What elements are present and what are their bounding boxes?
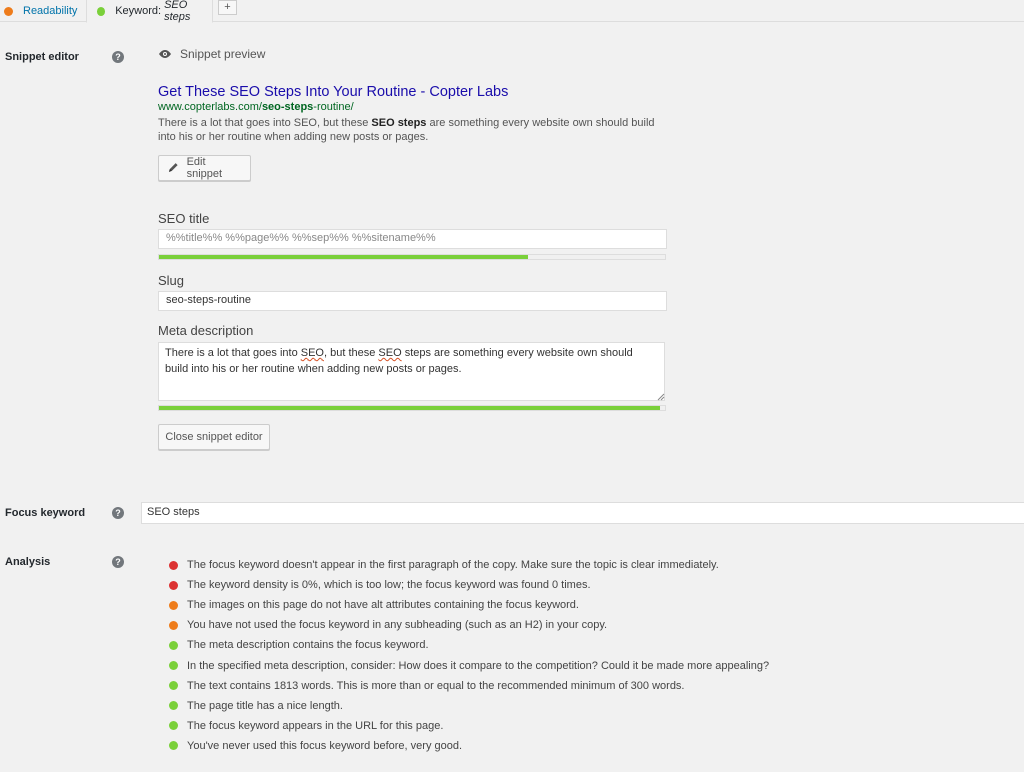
pencil-icon [168, 163, 178, 172]
analysis-item: You have not used the focus keyword in a… [169, 615, 769, 635]
snippet-title[interactable]: Get These SEO Steps Into Your Routine - … [158, 84, 508, 100]
analysis-item: The keyword density is 0%, which is too … [169, 575, 769, 595]
tab-readability-label: Readability [23, 5, 78, 17]
snippet-editor-help-icon[interactable]: ? [112, 51, 124, 63]
meta-description-textarea[interactable]: There is a lot that goes into SEO, but t… [158, 342, 665, 401]
readability-status-dot [4, 6, 13, 16]
snippet-url: www.copterlabs.com/seo-steps-routine/ [158, 101, 354, 113]
focus-keyword-label: Focus keyword [5, 507, 86, 519]
resize-handle-icon[interactable] [657, 393, 665, 401]
seo-title-progress [158, 254, 666, 260]
focus-keyword-help-icon[interactable]: ? [112, 507, 124, 519]
tab-keyword-value: SEO steps [164, 0, 191, 23]
analysis-item-text: The focus keyword doesn't appear in the … [187, 559, 719, 572]
seo-title-input[interactable]: %%title%% %%page%% %%sep%% %%sitename%% [158, 229, 667, 249]
analysis-item: The images on this page do not have alt … [169, 595, 769, 615]
status-dot-icon [169, 661, 178, 671]
focus-keyword-input[interactable]: SEO steps [141, 502, 1024, 524]
tab-readability[interactable]: Readability [4, 0, 84, 22]
snippet-preview-header: Snippet preview [158, 47, 265, 61]
tab-keyword[interactable]: Keyword: SEO steps [86, 0, 213, 23]
status-dot-icon [169, 741, 178, 751]
analysis-item: You've never used this focus keyword bef… [169, 736, 769, 756]
snippet-editor-label: Snippet editor [5, 51, 79, 63]
tab-bar: Readability Keyword: SEO steps + [0, 0, 1024, 23]
analysis-item-text: You've never used this focus keyword bef… [187, 739, 463, 752]
analysis-item: The focus keyword doesn't appear in the … [169, 555, 769, 575]
analysis-list: The focus keyword doesn't appear in the … [169, 555, 769, 756]
status-dot-icon [169, 600, 178, 610]
meta-description-progress [158, 405, 666, 411]
status-dot-icon [169, 701, 178, 711]
analysis-label: Analysis [5, 556, 51, 568]
analysis-item-text: The meta description contains the focus … [187, 639, 429, 652]
status-dot-icon [169, 620, 178, 630]
analysis-item: The focus keyword appears in the URL for… [169, 716, 769, 736]
analysis-help-icon[interactable]: ? [112, 556, 124, 568]
analysis-item-text: The page title has a nice length. [187, 699, 343, 712]
seo-title-progress-fill [159, 255, 529, 259]
analysis-item: The text contains 1813 words. This is mo… [169, 676, 769, 696]
analysis-item-text: The keyword density is 0%, which is too … [187, 579, 591, 592]
analysis-item-text: The text contains 1813 words. This is mo… [187, 679, 685, 692]
edit-snippet-button[interactable]: Edit snippet [158, 155, 251, 181]
analysis-item: In the specified meta description, consi… [169, 655, 769, 675]
status-dot-icon [169, 580, 178, 590]
analysis-item: The meta description contains the focus … [169, 635, 769, 655]
status-dot-icon [169, 560, 178, 570]
close-snippet-editor-button[interactable]: Close snippet editor [158, 424, 270, 450]
analysis-item-text: You have not used the focus keyword in a… [187, 619, 608, 632]
analysis-item-text: The images on this page do not have alt … [187, 599, 579, 612]
add-keyword-tab-button[interactable]: + [218, 0, 237, 15]
analysis-item: The page title has a nice length. [169, 696, 769, 716]
slug-input[interactable]: seo-steps-routine [158, 291, 667, 311]
status-dot-icon [169, 681, 178, 691]
status-dot-icon [169, 721, 178, 731]
slug-label: Slug [158, 273, 185, 288]
tab-keyword-prefix: Keyword: [115, 5, 162, 17]
seo-title-label: SEO title [158, 211, 210, 226]
keyword-status-dot [97, 6, 106, 16]
meta-description-label: Meta description [158, 323, 254, 338]
analysis-item-text: The focus keyword appears in the URL for… [187, 719, 444, 732]
meta-description-progress-fill [159, 406, 660, 410]
snippet-description: There is a lot that goes into SEO, but t… [158, 117, 655, 143]
eye-icon [159, 50, 171, 58]
edit-snippet-label: Edit snippet [186, 156, 223, 180]
analysis-item-text: In the specified meta description, consi… [187, 659, 770, 672]
snippet-preview-label: Snippet preview [180, 47, 266, 61]
status-dot-icon [169, 640, 178, 650]
